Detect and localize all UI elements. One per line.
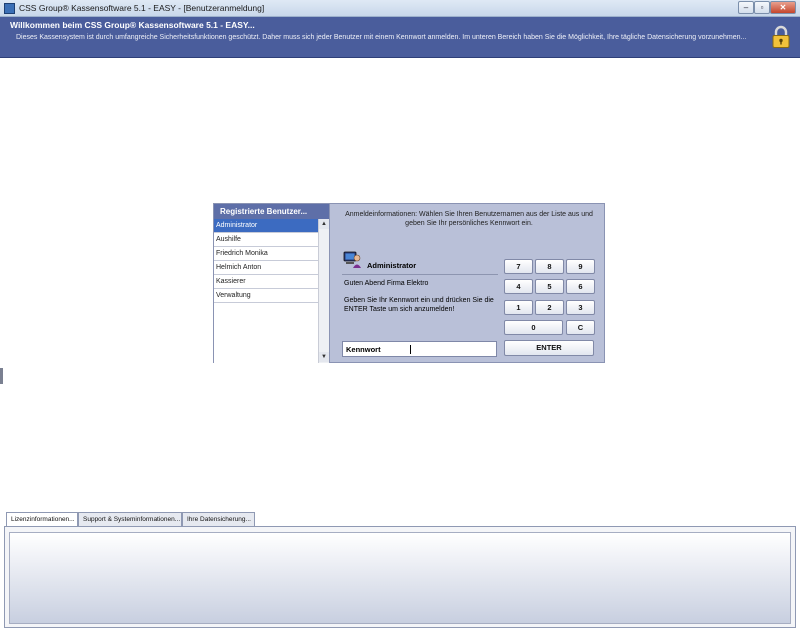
keypad-2-button[interactable]: 2: [535, 300, 564, 315]
instruction-text: Geben Sie Ihr Kennwort ein und drücken S…: [344, 297, 494, 313]
keypad-0-button[interactable]: 0: [504, 320, 563, 335]
window-title: CSS Group® Kassensoftware 5.1 - EASY - […: [19, 3, 265, 13]
scroll-down-icon[interactable]: ▼: [319, 352, 329, 362]
user-list-item-kassierer[interactable]: Kassierer: [214, 275, 318, 289]
app-icon: [4, 3, 15, 14]
user-list-item-helmich-anton[interactable]: Helmich Anton: [214, 261, 318, 275]
keypad-4-button[interactable]: 4: [504, 279, 533, 294]
splitter-grip[interactable]: [0, 368, 3, 384]
login-panel: Registrierte Benutzer... Administrator A…: [213, 203, 605, 363]
login-info-text: Anmeldeinformationen: Wählen Sie Ihren B…: [345, 211, 593, 227]
padlock-icon: [772, 25, 790, 48]
password-label: Kennwort: [346, 345, 381, 354]
password-box: Kennwort: [342, 341, 497, 357]
keypad-1-button[interactable]: 1: [504, 300, 533, 315]
selected-user-name: Administrator: [367, 261, 417, 270]
tab-lizenzinformationen[interactable]: Lizenzinformationen...: [6, 512, 78, 527]
user-list-box: Registrierte Benutzer... Administrator A…: [214, 204, 330, 363]
maximize-button[interactable]: ▫: [754, 1, 770, 14]
minimize-button[interactable]: ‒: [738, 1, 754, 14]
keypad-9-button[interactable]: 9: [566, 259, 595, 274]
close-button[interactable]: ✕: [770, 1, 796, 14]
bottom-tab-bar: Lizenzinformationen... Support & Systemi…: [0, 512, 800, 527]
banner-subtitle: Dieses Kassensystem ist durch umfangreic…: [16, 34, 747, 41]
user-list-item-friedrich-monika[interactable]: Friedrich Monika: [214, 247, 318, 261]
divider: [342, 274, 498, 275]
keypad-7-button[interactable]: 7: [504, 259, 533, 274]
enter-button[interactable]: ENTER: [504, 340, 594, 356]
scroll-up-icon[interactable]: ▲: [319, 219, 329, 229]
welcome-banner: Willkommen beim CSS Group® Kassensoftwar…: [0, 17, 800, 58]
tab-datensicherung[interactable]: Ihre Datensicherung...: [182, 512, 255, 526]
keypad-6-button[interactable]: 6: [566, 279, 595, 294]
user-list-item-administrator[interactable]: Administrator: [214, 219, 318, 233]
window-titlebar: CSS Group® Kassensoftware 5.1 - EASY - […: [0, 0, 800, 17]
user-list-header: Registrierte Benutzer...: [214, 204, 329, 219]
tab-content-area: [9, 532, 791, 624]
tab-content-panel: [4, 526, 796, 628]
banner-title: Willkommen beim CSS Group® Kassensoftwar…: [10, 20, 255, 30]
keypad-3-button[interactable]: 3: [566, 300, 595, 315]
keypad-5-button[interactable]: 5: [535, 279, 564, 294]
user-list-item-aushilfe[interactable]: Aushilfe: [214, 233, 318, 247]
password-input[interactable]: [409, 343, 495, 355]
keypad-clear-button[interactable]: C: [566, 320, 595, 335]
text-cursor: [410, 345, 411, 354]
user-list-scrollbar[interactable]: ▲ ▼: [318, 219, 329, 363]
user-computer-icon: [343, 251, 361, 268]
user-list-item-verwaltung[interactable]: Verwaltung: [214, 289, 318, 303]
keypad-8-button[interactable]: 8: [535, 259, 564, 274]
tab-support-systeminformationen[interactable]: Support & Systeminformationen...: [78, 512, 182, 526]
greeting-text: Guten Abend Firma Elektro: [344, 280, 429, 287]
